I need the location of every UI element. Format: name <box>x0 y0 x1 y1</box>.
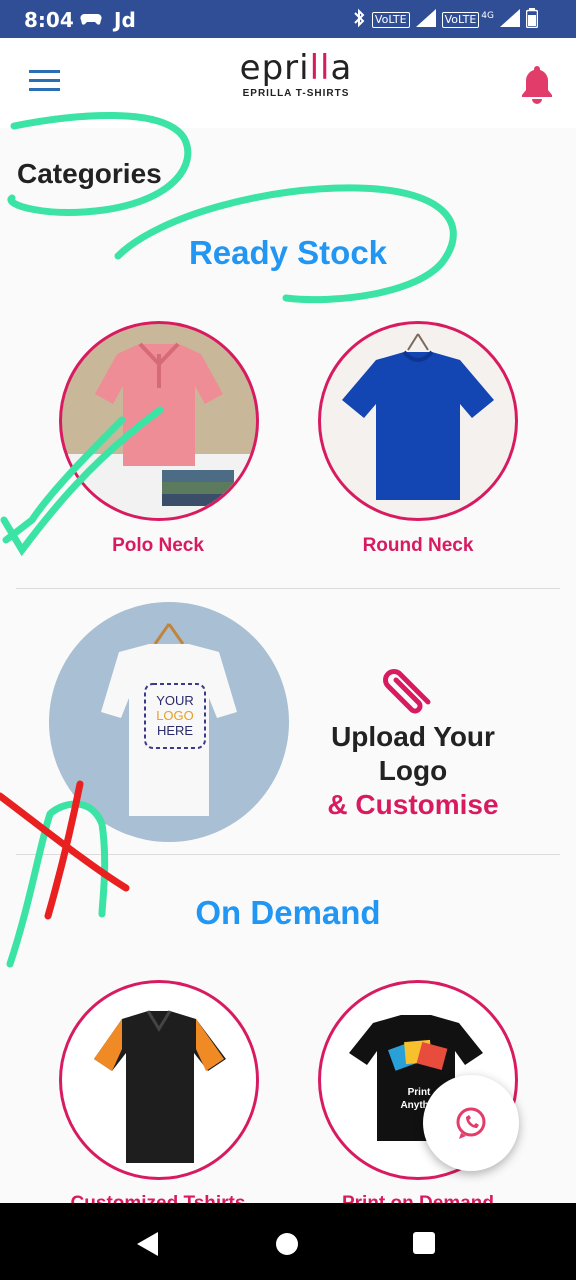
page-title: Categories <box>17 158 162 189</box>
whatsapp-chat-button[interactable] <box>423 1075 519 1171</box>
section-title-on-demand: On Demand <box>195 894 381 931</box>
upload-logo-image[interactable]: YOUR LOGO HERE <box>49 602 289 842</box>
status-icons: VoLTE VoLTE 4G <box>352 8 539 31</box>
signal-icon-1 <box>415 9 436 30</box>
volte-badge-1: VoLTE <box>371 11 410 28</box>
network-type: 4G <box>481 10 494 21</box>
recent-apps-icon[interactable] <box>413 1232 435 1254</box>
signal-icon-2 <box>500 9 520 30</box>
status-time: 8:04 <box>24 8 74 32</box>
volte-badge-2: VoLTE <box>441 11 480 28</box>
bluetooth-icon <box>352 8 366 31</box>
annotation-scribble <box>6 800 109 968</box>
battery-icon <box>525 8 539 31</box>
bell-icon[interactable] <box>520 64 554 109</box>
gamepad-icon <box>80 11 102 30</box>
logo-subtitle: EPRILLA T-SHIRTS <box>242 88 350 99</box>
home-icon[interactable] <box>276 1233 298 1255</box>
section-divider <box>16 588 560 589</box>
svg-text:YOUR: YOUR <box>156 693 194 708</box>
category-round-neck-image[interactable] <box>318 321 518 521</box>
tshirt-icon <box>342 333 494 500</box>
polo-shirt-icon <box>62 342 256 518</box>
logo-wordmark: eprilla <box>239 48 353 88</box>
carrier-name: Jd <box>114 8 136 32</box>
category-round-neck-label[interactable]: Round Neck <box>288 535 548 557</box>
sports-polo-icon <box>94 1010 226 1163</box>
section-title-ready-stock: Ready Stock <box>188 234 388 271</box>
category-polo-neck-image[interactable] <box>59 321 259 521</box>
custom-tshirt-icon: YOUR LOGO HERE <box>101 623 237 816</box>
whatsapp-icon <box>453 1105 489 1146</box>
upload-logo-text[interactable]: Upload Your Logo & Customise <box>296 720 530 822</box>
brand-logo: eprilla EPRILLA T-SHIRTS <box>236 50 356 112</box>
status-bar: 8:04 Jd VoLTE VoLTE 4G <box>0 0 576 38</box>
upload-line-1: Upload Your Logo <box>331 721 495 786</box>
svg-text:LOGO: LOGO <box>156 708 194 723</box>
navigation-bar <box>0 1203 576 1280</box>
category-customized-tshirts-image[interactable] <box>59 980 259 1180</box>
upload-line-2: & Customise <box>327 789 499 820</box>
category-polo-neck-label[interactable]: Polo Neck <box>28 535 288 557</box>
back-icon[interactable] <box>136 1231 160 1262</box>
section-divider <box>16 854 560 855</box>
svg-text:HERE: HERE <box>157 723 193 738</box>
svg-text:Print: Print <box>408 1087 431 1098</box>
hamburger-icon[interactable] <box>29 70 61 99</box>
paperclip-icon[interactable] <box>380 664 440 719</box>
